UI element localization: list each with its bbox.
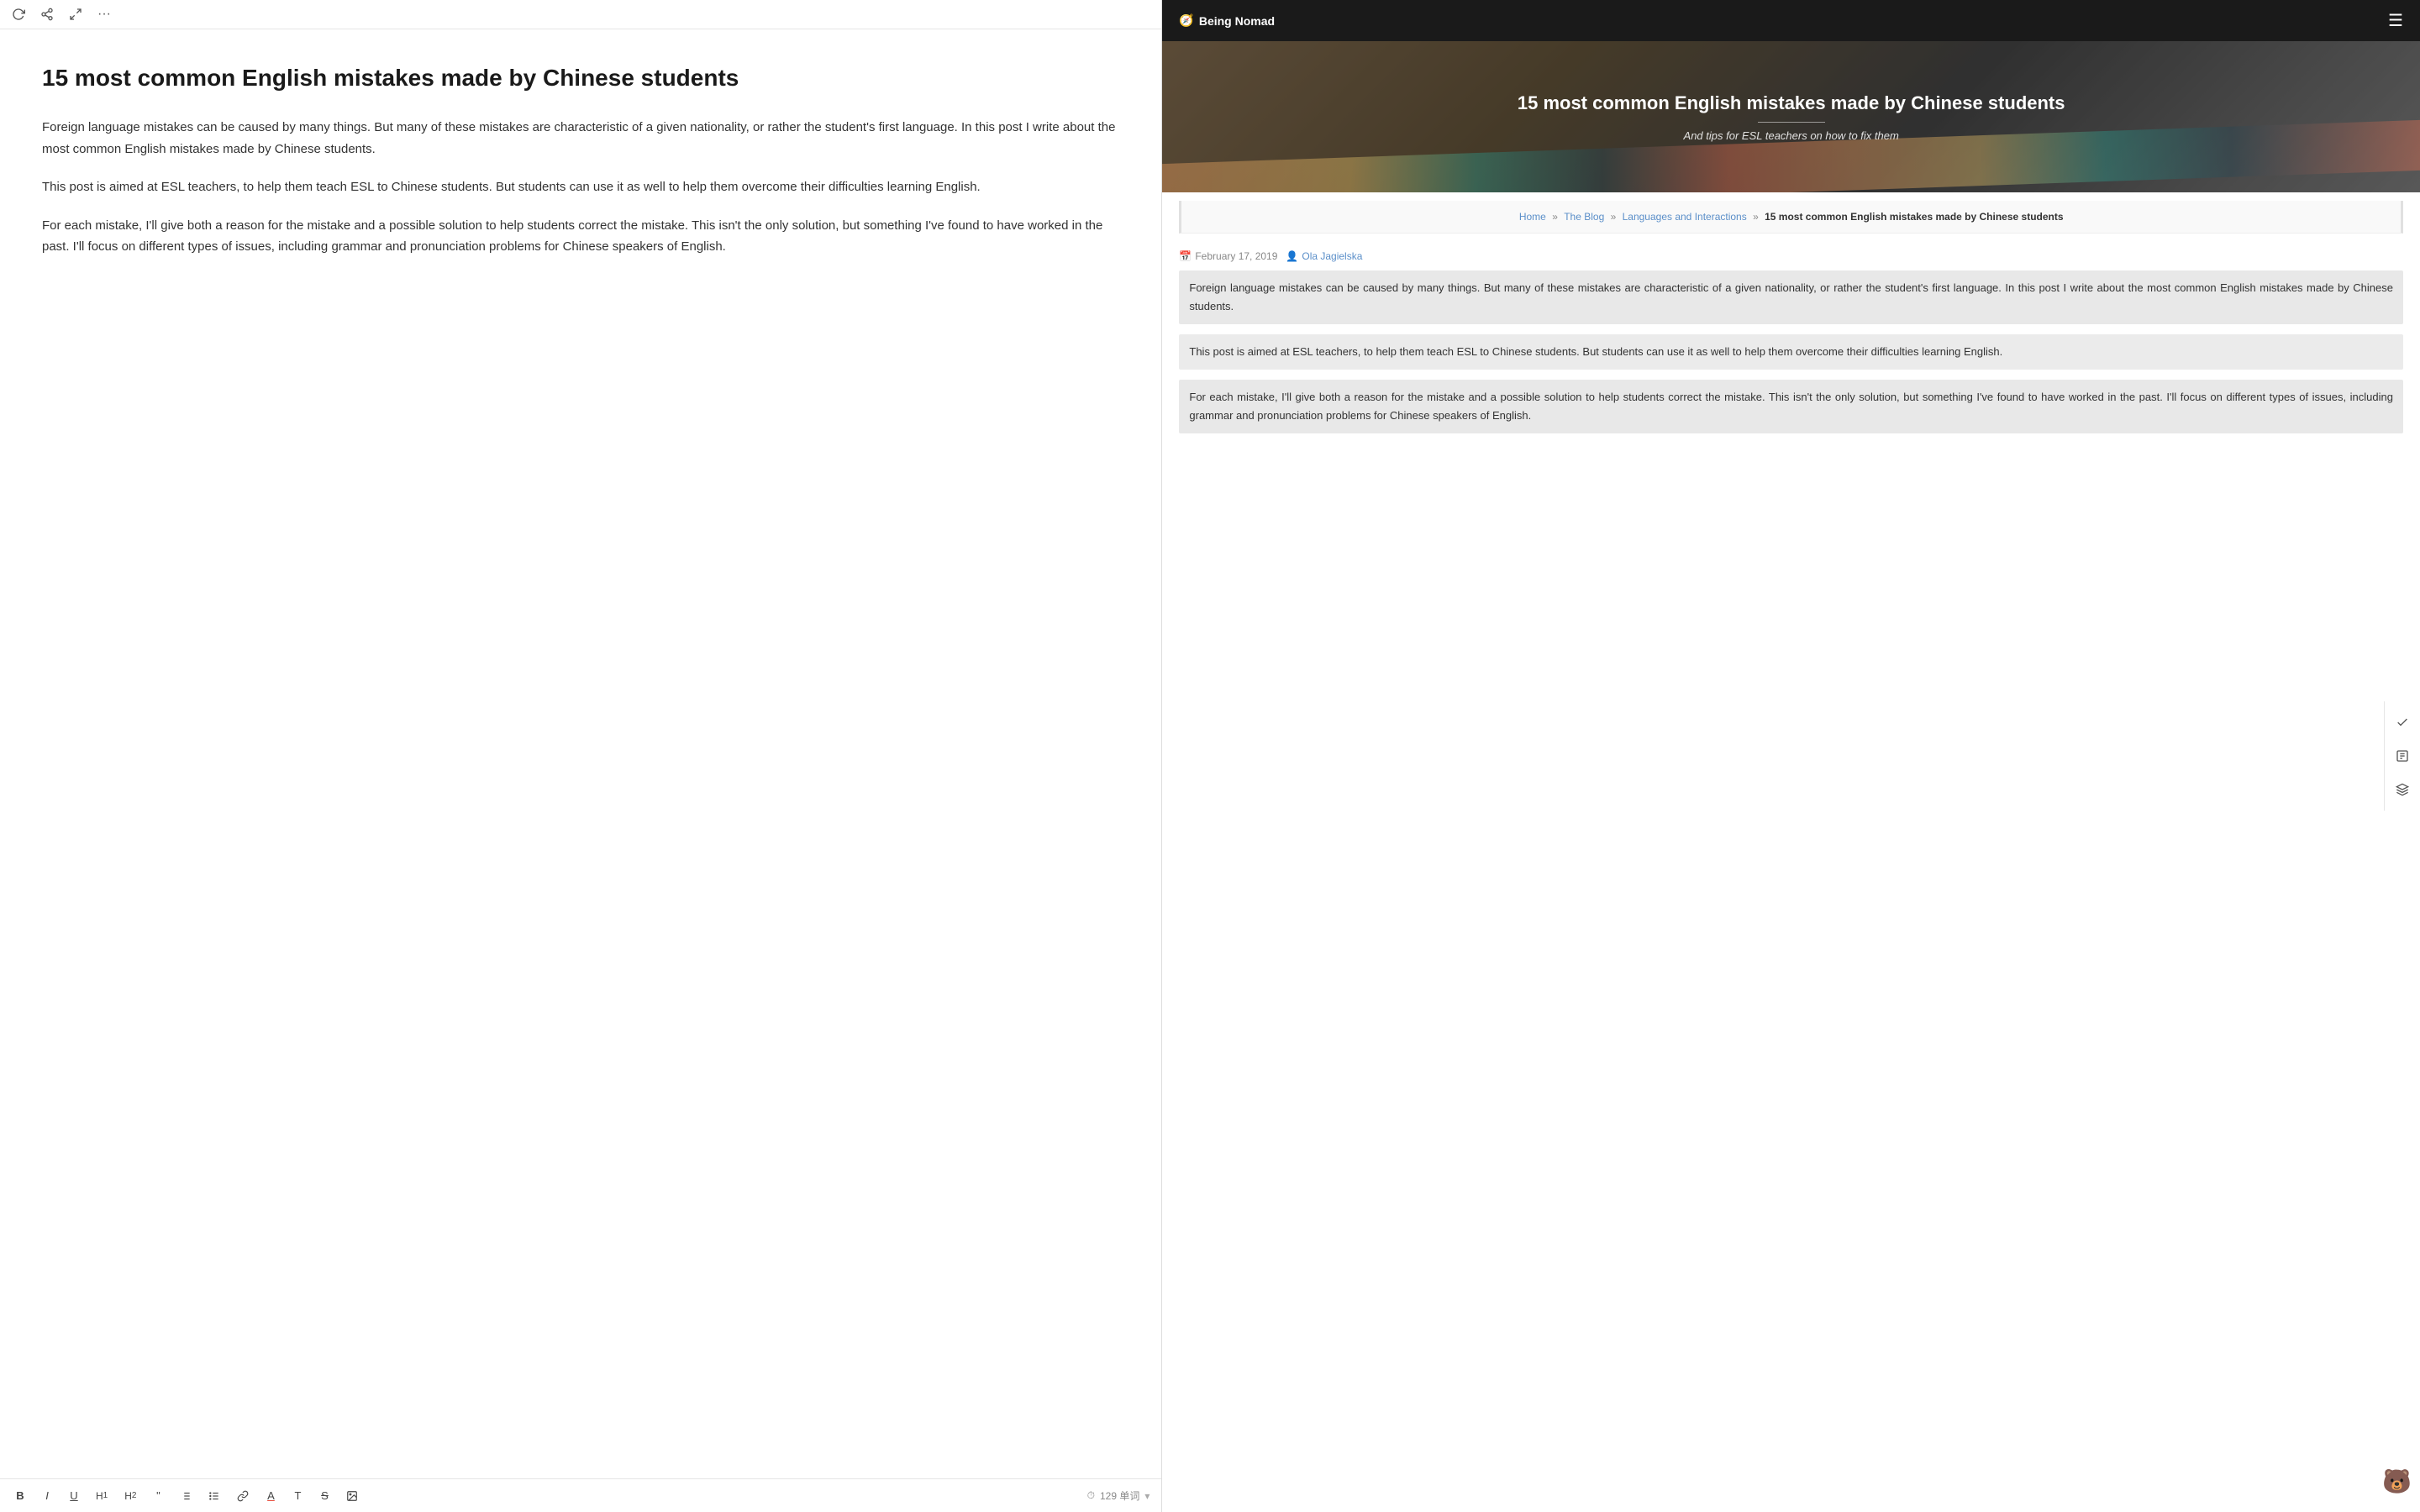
author-link[interactable]: Ola Jagielska: [1302, 250, 1362, 262]
content-block-1: Foreign language mistakes can be caused …: [1179, 270, 2403, 324]
post-date: 📅 February 17, 2019: [1179, 250, 1277, 262]
underline-button[interactable]: U: [66, 1488, 82, 1504]
editor-paragraph-1[interactable]: Foreign language mistakes can be caused …: [42, 117, 1119, 160]
h2-button[interactable]: H2: [121, 1488, 139, 1504]
word-count-label: 129 单词: [1100, 1488, 1139, 1503]
logo-text: Being Nomad: [1199, 14, 1275, 28]
unordered-list-button[interactable]: [205, 1488, 224, 1504]
content-block-3: For each mistake, I'll give both a reaso…: [1179, 380, 2403, 433]
breadcrumb-category[interactable]: Languages and Interactions: [1623, 211, 1747, 223]
word-count: ⏱ 129 单词 ▾: [1087, 1488, 1150, 1503]
text-color-button[interactable]: A: [262, 1488, 279, 1504]
website-navbar: 🧭 Being Nomad ☰: [1162, 0, 2420, 41]
website-body[interactable]: Home » The Blog » Languages and Interact…: [1162, 192, 2420, 1512]
quote-button[interactable]: ": [150, 1488, 166, 1504]
post-meta: 📅 February 17, 2019 👤 Ola Jagielska: [1162, 242, 2420, 270]
calendar-icon: 📅: [1179, 250, 1192, 262]
hero-subtitle: And tips for ESL teachers on how to fix …: [1518, 129, 2065, 142]
editor-panel: ··· 15 most common English mistakes made…: [0, 0, 1161, 1512]
content-block-2: This post is aimed at ESL teachers, to h…: [1179, 334, 2403, 370]
author-icon: 👤: [1286, 250, 1298, 262]
hero-title: 15 most common English mistakes made by …: [1518, 92, 2065, 116]
share-icon[interactable]: [40, 8, 54, 21]
more-icon[interactable]: ···: [97, 7, 111, 22]
emoji-avatar: 🐻: [2382, 1467, 2412, 1495]
formula-icon[interactable]: [2390, 743, 2415, 769]
hamburger-menu[interactable]: ☰: [2388, 10, 2403, 31]
date-text: February 17, 2019: [1195, 250, 1277, 262]
editor-content-area[interactable]: 15 most common English mistakes made by …: [0, 29, 1161, 1478]
site-logo: 🧭 Being Nomad: [1179, 13, 1275, 28]
website-preview-panel: 🧭 Being Nomad ☰ 15 most common English m…: [1161, 0, 2420, 1512]
hero-divider: [1758, 122, 1825, 123]
editor-paragraph-2[interactable]: This post is aimed at ESL teachers, to h…: [42, 176, 1119, 198]
dropdown-arrow[interactable]: ▾: [1144, 1490, 1150, 1502]
refresh-icon[interactable]: [12, 8, 25, 21]
check-icon[interactable]: [2390, 710, 2415, 735]
post-author: 👤 Ola Jagielska: [1286, 250, 1362, 262]
breadcrumb-current: 15 most common English mistakes made by …: [1765, 211, 2063, 223]
bold-button[interactable]: B: [12, 1488, 29, 1504]
text-style-button[interactable]: T: [289, 1488, 306, 1504]
editor-paragraph-3[interactable]: For each mistake, I'll give both a reaso…: [42, 215, 1119, 258]
italic-button[interactable]: I: [39, 1488, 55, 1504]
clock-icon: ⏱: [1087, 1489, 1095, 1502]
breadcrumb-sep-1: »: [1552, 211, 1560, 223]
strikethrough-button[interactable]: S: [316, 1488, 333, 1504]
hero-banner: 15 most common English mistakes made by …: [1162, 41, 2420, 192]
editor-toolbar-bottom: B I U H1 H2 " A T S ⏱ 129 单词 ▾: [0, 1478, 1161, 1512]
ordered-list-button[interactable]: [176, 1488, 195, 1504]
link-button[interactable]: [234, 1488, 252, 1504]
breadcrumb-sep-2: »: [1611, 211, 1619, 223]
breadcrumb: Home » The Blog » Languages and Interact…: [1179, 201, 2403, 234]
breadcrumb-home[interactable]: Home: [1519, 211, 1546, 223]
h1-button[interactable]: H1: [92, 1488, 111, 1504]
hero-text-block: 15 most common English mistakes made by …: [1518, 92, 2065, 143]
breadcrumb-blog[interactable]: The Blog: [1564, 211, 1604, 223]
breadcrumb-sep-3: »: [1753, 211, 1761, 223]
editor-toolbar-top: ···: [0, 0, 1161, 29]
layers-icon[interactable]: [2390, 777, 2415, 802]
logo-icon: 🧭: [1179, 13, 1193, 28]
image-button[interactable]: [343, 1488, 361, 1504]
editor-title[interactable]: 15 most common English mistakes made by …: [42, 63, 1119, 93]
side-toolbar: [2384, 701, 2420, 811]
expand-icon[interactable]: [69, 8, 82, 21]
